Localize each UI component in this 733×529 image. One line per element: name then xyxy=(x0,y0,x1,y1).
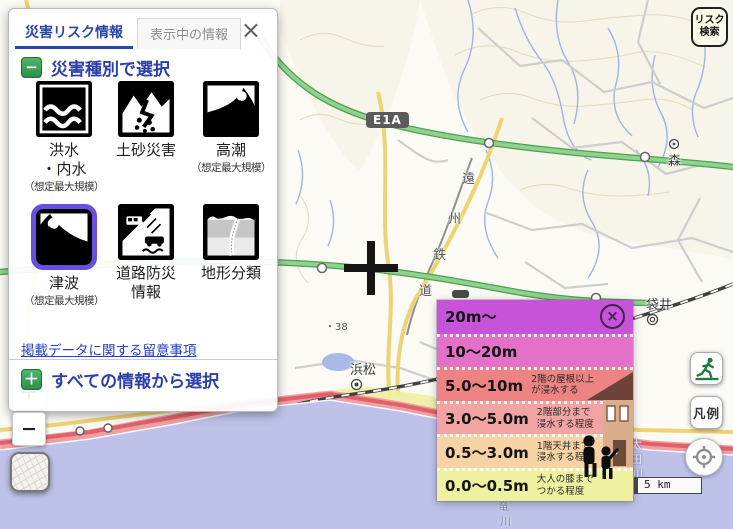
tab-displayed-info[interactable]: 表示中の情報 xyxy=(137,18,241,49)
hazard-type-storm-surge[interactable]: 高潮 （想定最大規模） xyxy=(187,81,275,194)
landslide-icon xyxy=(118,81,174,137)
depth-range-label: 20m～ xyxy=(445,306,497,327)
hazard-type-note: （想定最大規模） xyxy=(24,179,104,194)
scale-bar: 5 km xyxy=(634,477,702,494)
depth-description: 2階部分まで 浸水する程度 xyxy=(537,407,594,430)
town-marker-icon xyxy=(646,313,659,326)
landform-icon xyxy=(203,204,259,260)
hazard-type-road-disaster[interactable]: 道路防災 情報 xyxy=(105,204,187,308)
town-label-mori: 森 xyxy=(668,138,681,169)
risk-search-button[interactable]: リスク 検索 xyxy=(691,7,728,47)
section-title: すべての情報から選択 xyxy=(51,367,219,392)
legend-row: 0.0～0.5m 大人の膝まで つかる程度 xyxy=(437,468,633,502)
hazard-type-label: 洪水 ・内水 xyxy=(41,141,86,179)
section-title: 災害種別で選択 xyxy=(51,55,170,80)
tsunami-depth-legend: 20m～ × 10～20m 5.0～10m 2階の屋根以上 が浸水する 3.0～… xyxy=(437,300,633,501)
hazard-map-app: E1A 森 袋井 浜松 遠 州 鉄 道 太 田 川 天 竜 川 ・38 ＋ 災害… xyxy=(0,0,733,529)
hazard-type-tsunami[interactable]: 津波 （想定最大規模） xyxy=(23,204,105,308)
town-label-hamamatsu: 浜松 xyxy=(350,359,376,391)
hazard-type-landform[interactable]: 地形分類 xyxy=(187,204,275,308)
spot-elevation-label: ・38 xyxy=(325,318,348,333)
map-center-crosshair xyxy=(367,241,375,295)
legend-row: 20m～ × xyxy=(437,300,633,334)
depth-range-label: 5.0～10m xyxy=(445,375,523,396)
tab-disaster-risk-info[interactable]: 災害リスク情報 xyxy=(15,17,133,49)
tsunami-wave-icon xyxy=(36,209,92,265)
river-label-tenryu: 川 xyxy=(500,513,511,529)
panel-divider xyxy=(9,359,277,360)
overview-map-button[interactable] xyxy=(10,452,50,492)
selected-highlight-border xyxy=(31,204,97,270)
panel-close-icon[interactable]: × xyxy=(235,17,267,43)
depth-description: 大人の膝まで つかる程度 xyxy=(537,474,594,497)
data-notice-link[interactable]: 掲載データに関する留意事項 xyxy=(21,339,197,359)
section-select-all-info[interactable]: ＋ すべての情報から選択 xyxy=(21,367,219,392)
hazard-type-flood[interactable]: 洪水 ・内水 （想定最大規模） xyxy=(23,81,105,194)
legend-row: 0.5～3.0m 1階天井まで 浸水する程度 xyxy=(437,434,633,468)
flood-wave-icon xyxy=(36,81,92,137)
railway-name-char: 遠 xyxy=(462,168,475,187)
section-select-by-type[interactable]: − 災害種別で選択 xyxy=(21,55,170,80)
depth-description: 2階の屋根以上 が浸水する xyxy=(531,374,594,397)
route-badge-e1a: E1A xyxy=(366,112,409,128)
hazard-type-note: （想定最大規模） xyxy=(24,293,104,308)
hazard-type-label: 高潮 xyxy=(216,141,246,160)
legend-row: 10～20m xyxy=(437,334,633,368)
running-person-icon xyxy=(694,356,720,382)
zoom-out-button[interactable]: − xyxy=(12,412,46,446)
railway-name-char: 道 xyxy=(419,280,432,299)
depth-range-label: 0.0～0.5m xyxy=(445,475,529,496)
legend-button-label: 凡例 xyxy=(693,403,720,422)
hazard-type-label: 道路防災 情報 xyxy=(116,264,176,302)
storm-surge-wave-icon xyxy=(203,81,259,137)
depth-range-label: 0.5～3.0m xyxy=(445,442,529,463)
hazard-type-label: 津波 xyxy=(49,274,79,293)
collapse-minus-icon[interactable]: − xyxy=(21,57,42,78)
hazard-type-landslide[interactable]: 土砂災害 xyxy=(105,81,187,194)
hazard-type-label: 土砂災害 xyxy=(116,141,176,160)
evacuation-site-button[interactable] xyxy=(690,352,723,385)
disaster-risk-panel: 災害リスク情報 表示中の情報 × − 災害種別で選択 洪水 ・内水 （想定最大規… xyxy=(8,8,278,412)
hazard-type-label: 地形分類 xyxy=(201,264,261,283)
panel-tabs: 災害リスク情報 表示中の情報 xyxy=(15,17,241,49)
town-marker-icon xyxy=(350,378,363,391)
current-location-button[interactable] xyxy=(685,438,723,476)
legend-close-icon[interactable]: × xyxy=(600,304,625,329)
depth-range-label: 3.0～5.0m xyxy=(445,408,529,429)
legend-row: 3.0～5.0m 2階部分まで 浸水する程度 xyxy=(437,401,633,435)
legend-row: 5.0～10m 2階の屋根以上 が浸水する xyxy=(437,367,633,401)
hazard-type-note: （想定最大規模） xyxy=(191,160,271,175)
legend-button[interactable]: 凡例 xyxy=(690,396,723,429)
railway-name-char: 州 xyxy=(448,208,461,227)
depth-range-label: 10～20m xyxy=(445,341,517,362)
town-label-fukuroi: 袋井 xyxy=(646,294,672,326)
road-disaster-icon xyxy=(118,204,174,260)
town-marker-icon xyxy=(668,138,680,150)
railway-name-char: 鉄 xyxy=(433,244,446,263)
gps-crosshair-icon xyxy=(692,445,716,469)
depth-description: 1階天井まで 浸水する程度 xyxy=(537,441,594,464)
expand-plus-icon[interactable]: ＋ xyxy=(21,369,42,390)
